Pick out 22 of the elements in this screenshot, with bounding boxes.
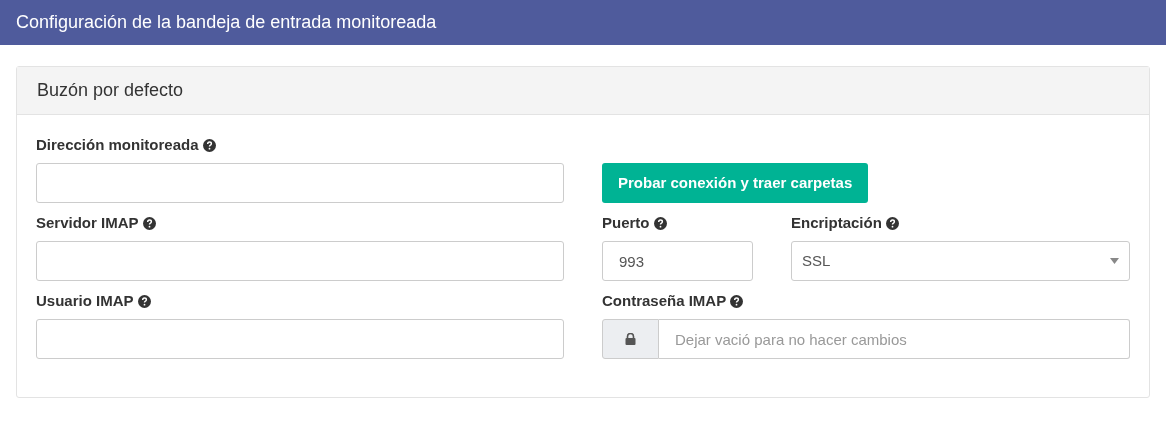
help-icon[interactable] <box>137 294 151 308</box>
field-label: Servidor IMAP <box>36 212 139 233</box>
lock-icon <box>625 333 636 345</box>
help-icon[interactable] <box>730 294 744 308</box>
help-icon[interactable] <box>653 216 667 230</box>
field-label: Dirección monitoreada <box>36 134 199 155</box>
text-field[interactable] <box>36 241 564 281</box>
card-title: Buzón por defecto <box>37 79 184 102</box>
encryption-select[interactable]: SSL <box>791 241 1130 281</box>
help-icon[interactable] <box>885 216 899 230</box>
text-field[interactable]: 993 <box>602 241 753 281</box>
password-field[interactable]: Dejar vació para no hacer cambios <box>659 319 1130 359</box>
field-label: Usuario IMAP <box>36 290 134 311</box>
field-label: Puerto <box>602 212 650 233</box>
field-label: Encriptación <box>791 212 882 233</box>
help-icon[interactable] <box>142 216 156 230</box>
text-field[interactable] <box>36 163 564 203</box>
help-icon[interactable] <box>202 138 216 152</box>
field-label: Contraseña IMAP <box>602 290 727 311</box>
page-title: Configuración de la bandeja de entrada monitoreada <box>16 11 437 34</box>
caret-icon <box>1110 258 1119 264</box>
text-field[interactable] <box>36 319 564 359</box>
